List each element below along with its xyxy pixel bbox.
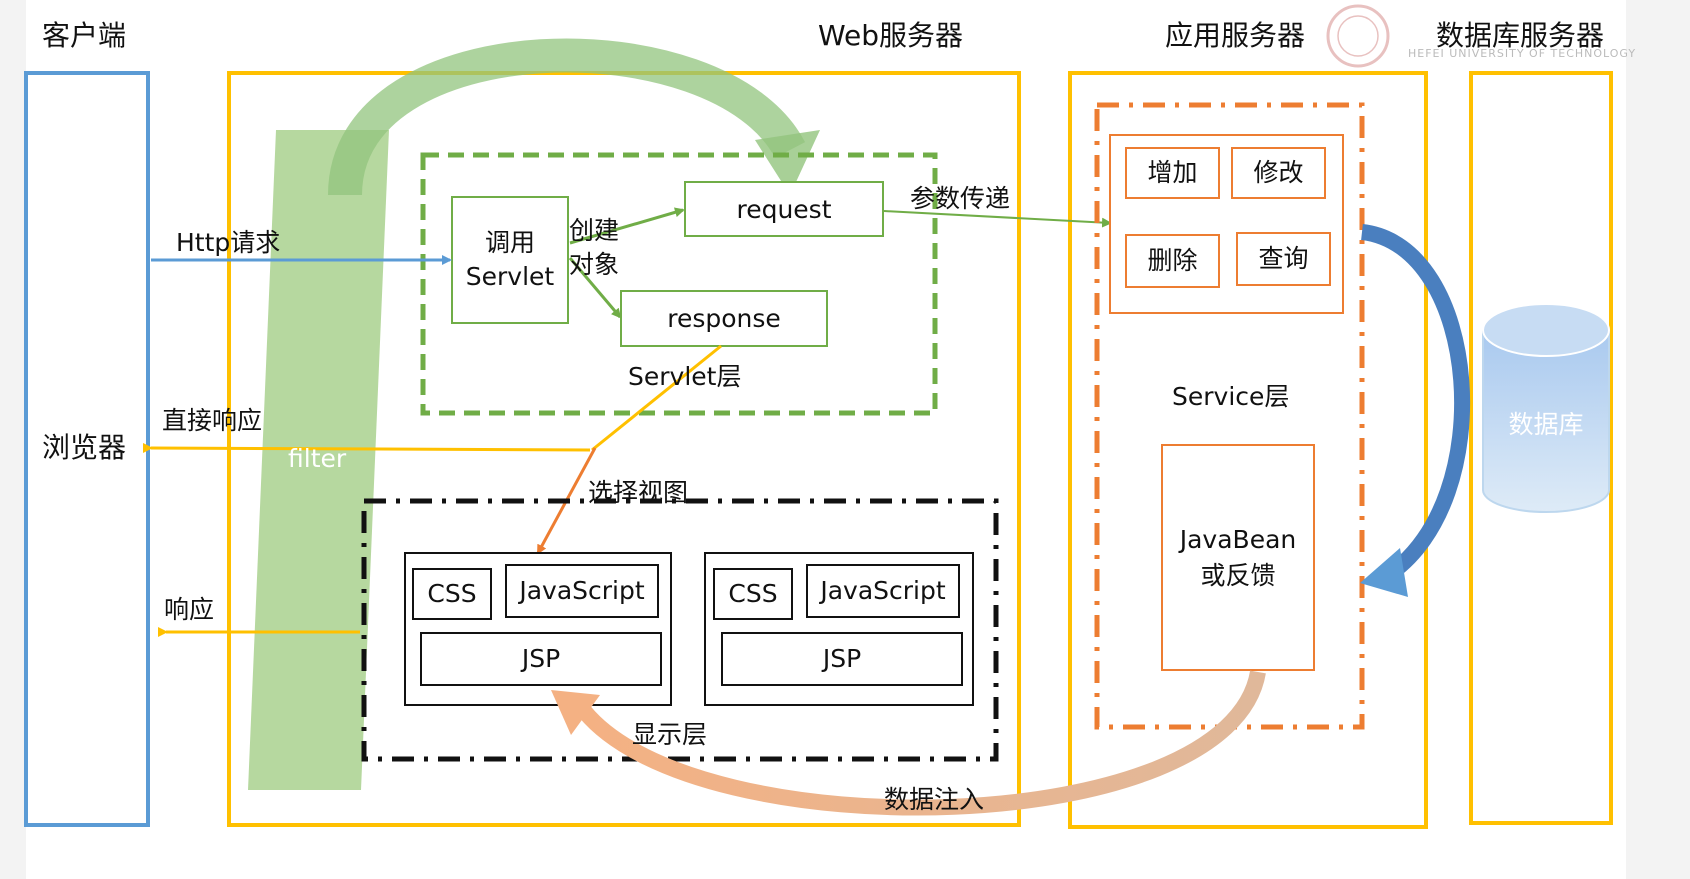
university-seal — [1328, 6, 1388, 66]
select-view-label: 选择视图 — [588, 480, 688, 505]
canvas: 客户端 Web服务器 应用服务器 数据库服务器 HEFEI UNIVERSITY… — [0, 0, 1690, 879]
op-query: 查询 — [1237, 246, 1330, 271]
invoke-servlet-text: 调用 Servlet — [452, 226, 568, 294]
filter-curve-arrow — [345, 55, 790, 195]
request-label: request — [685, 197, 883, 222]
filter-label: filter — [288, 446, 346, 471]
invoke-label: 调用 — [452, 226, 568, 260]
javabean-label: JavaBean — [1162, 522, 1314, 558]
javascript-label-1: JavaScript — [506, 578, 658, 603]
data-inject-label: 数据注入 — [884, 787, 984, 812]
css-label-2: CSS — [714, 581, 792, 606]
css-label-1: CSS — [413, 581, 491, 606]
client-heading: 客户端 — [42, 22, 126, 50]
object-label: 对象 — [569, 248, 619, 282]
response-label: 响应 — [164, 597, 214, 622]
direct-response-arrow — [151, 448, 590, 450]
servlet-label: Servlet — [452, 260, 568, 294]
jsp-label-2: JSP — [722, 646, 962, 671]
web-server-heading: Web服务器 — [818, 22, 963, 50]
university-watermark: HEFEI UNIVERSITY OF TECHNOLOGY — [1408, 48, 1636, 59]
view-layer-label: 显示层 — [632, 722, 707, 747]
http-request-label: Http请求 — [176, 230, 280, 255]
app-server-heading: 应用服务器 — [1165, 22, 1305, 50]
create-label: 创建 — [569, 214, 619, 248]
response-object-label: response — [621, 306, 827, 331]
create-object-text: 创建 对象 — [569, 214, 619, 282]
param-pass-label: 参数传递 — [910, 186, 1010, 211]
service-layer-label: Service层 — [1172, 384, 1289, 409]
browser-label: 浏览器 — [42, 434, 126, 462]
javabean-text: JavaBean 或反馈 — [1162, 522, 1314, 594]
jsp-label-1: JSP — [421, 646, 661, 671]
db-roundtrip-arrow — [1362, 232, 1462, 575]
database-label: 数据库 — [1483, 412, 1609, 437]
op-delete: 删除 — [1126, 248, 1219, 273]
servlet-layer-label: Servlet层 — [628, 364, 741, 389]
database-cylinder — [1483, 304, 1609, 512]
architecture-diagram — [0, 0, 1690, 879]
javascript-label-2: JavaScript — [807, 578, 959, 603]
db-server-heading: 数据库服务器 — [1436, 22, 1604, 50]
feedback-label: 或反馈 — [1162, 558, 1314, 594]
op-add: 增加 — [1126, 160, 1219, 185]
op-modify: 修改 — [1232, 160, 1325, 185]
direct-response-label: 直接响应 — [162, 408, 262, 433]
